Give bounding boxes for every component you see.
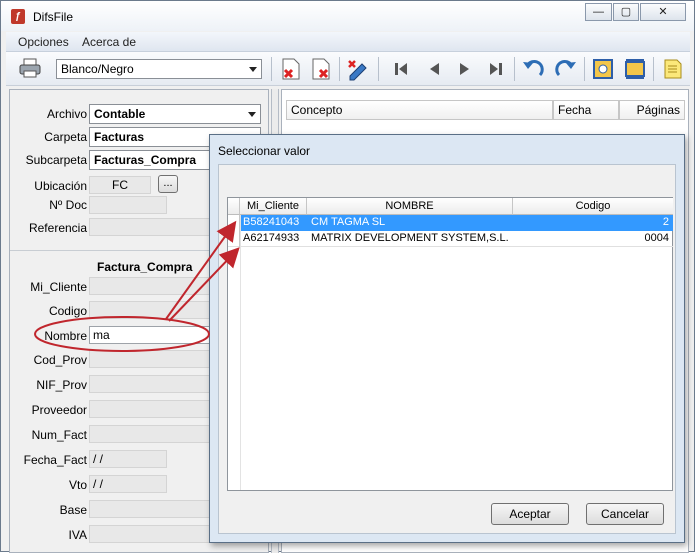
rotate-right-icon[interactable] (553, 56, 579, 82)
column-concepto[interactable]: Concepto (286, 100, 553, 120)
table-row[interactable]: A62174933 MATRIX DEVELOPMENT SYSTEM,S.L.… (228, 231, 673, 247)
proveedor-label: Proveedor (31, 403, 87, 417)
archivo-select[interactable]: Contable (89, 104, 261, 124)
toolbar-divider (339, 57, 340, 81)
main-window: ƒ DifsFile — ▢ ✕ Opciones Acerca de Blan… (0, 0, 695, 553)
table-row[interactable]: B58241043 CM TAGMA SL 2 (228, 215, 673, 231)
row-mi-cliente: B58241043 (243, 216, 300, 228)
select-value-dialog: Seleccionar valor Mi_Cliente NOMBRE Codi… (209, 134, 685, 543)
menu-acerca-de[interactable]: Acerca de (82, 35, 136, 49)
minimize-button[interactable]: — (585, 3, 612, 21)
toolbar: Blanco/Negro (6, 52, 690, 86)
toolbar-divider (271, 57, 272, 81)
grid-gridline (240, 215, 241, 490)
menu-bar: Opciones Acerca de (6, 32, 690, 52)
row-codigo: 0004 (644, 232, 669, 244)
scan-pen-icon[interactable] (346, 56, 372, 82)
last-page-icon[interactable] (483, 56, 509, 82)
row-nombre: CM TAGMA SL (311, 216, 386, 228)
toolbar-divider (378, 57, 379, 81)
vto-field[interactable]: / / (89, 475, 167, 493)
accept-button[interactable]: Aceptar (491, 503, 569, 525)
previous-page-icon[interactable] (421, 56, 447, 82)
delete-page-icon[interactable] (278, 56, 304, 82)
row-selection (240, 215, 673, 231)
archivo-value: Contable (94, 107, 146, 121)
window-title: DifsFile (33, 10, 74, 24)
notes-icon[interactable] (659, 56, 685, 82)
row-indicator (228, 215, 240, 231)
vto-label: Vto (68, 478, 87, 492)
chevron-down-icon (248, 112, 256, 117)
grid-row-indicator-header (228, 198, 240, 215)
dialog-body: Mi_Cliente NOMBRE Codigo B58241043 CM TA… (218, 164, 676, 534)
grid-column-nombre[interactable]: NOMBRE (307, 198, 513, 215)
subcarpeta-value: Facturas_Compra (94, 153, 197, 167)
ubicacion-field[interactable]: FC (89, 176, 151, 194)
section-title: Factura_Compra (97, 260, 193, 274)
codigo-label: Codigo (48, 304, 87, 318)
iva-label: IVA (68, 528, 87, 542)
fit-width-icon[interactable] (622, 56, 648, 82)
ubicacion-browse-button[interactable]: ... (158, 175, 178, 193)
app-logo-icon: ƒ (11, 9, 25, 24)
ndoc-label: Nº Doc (49, 198, 87, 212)
grid-column-mi-cliente[interactable]: Mi_Cliente (240, 198, 307, 215)
row-mi-cliente: A62174933 (243, 232, 300, 244)
fit-page-icon[interactable] (590, 56, 616, 82)
chevron-down-icon (249, 67, 257, 72)
archivo-label: Archivo (46, 107, 87, 121)
nombre-label: Nombre (44, 329, 87, 343)
row-nombre: MATRIX DEVELOPMENT SYSTEM,S.L. (311, 232, 509, 244)
ndoc-field[interactable] (89, 196, 167, 214)
subcarpeta-label: Subcarpeta (25, 153, 87, 167)
ubicacion-label: Ubicación (34, 179, 87, 193)
maximize-button[interactable]: ▢ (613, 3, 639, 21)
base-label: Base (59, 503, 87, 517)
mi-cliente-label: Mi_Cliente (30, 280, 87, 294)
column-fecha[interactable]: Fecha (553, 100, 619, 120)
nif-prov-label: NIF_Prov (36, 378, 87, 392)
next-page-icon[interactable] (452, 56, 478, 82)
row-indicator (228, 231, 240, 247)
rotate-left-icon[interactable] (520, 56, 546, 82)
cod-prov-label: Cod_Prov (33, 353, 87, 367)
num-fact-label: Num_Fact (31, 428, 87, 442)
referencia-label: Referencia (28, 221, 87, 235)
grid-column-codigo[interactable]: Codigo (513, 198, 673, 215)
menu-opciones[interactable]: Opciones (18, 35, 69, 49)
first-page-icon[interactable] (388, 56, 414, 82)
color-mode-select[interactable]: Blanco/Negro (56, 59, 262, 79)
column-paginas[interactable]: Páginas (619, 100, 685, 120)
row-codigo: 2 (662, 216, 669, 228)
dialog-title: Seleccionar valor (218, 144, 311, 158)
values-grid: Mi_Cliente NOMBRE Codigo B58241043 CM TA… (227, 197, 673, 491)
color-mode-value: Blanco/Negro (61, 62, 134, 76)
delete-document-icon[interactable] (308, 56, 334, 82)
carpeta-value: Facturas (94, 130, 145, 144)
toolbar-divider (514, 57, 515, 81)
toolbar-divider (653, 57, 654, 81)
cancel-button[interactable]: Cancelar (586, 503, 664, 525)
carpeta-label: Carpeta (44, 130, 87, 144)
close-button[interactable]: ✕ (640, 3, 686, 21)
fecha-fact-field[interactable]: / / (89, 450, 167, 468)
toolbar-divider (584, 57, 585, 81)
title-bar: ƒ DifsFile — ▢ ✕ (1, 1, 694, 31)
fecha-fact-label: Fecha_Fact (23, 453, 87, 467)
printer-icon[interactable] (19, 58, 41, 78)
